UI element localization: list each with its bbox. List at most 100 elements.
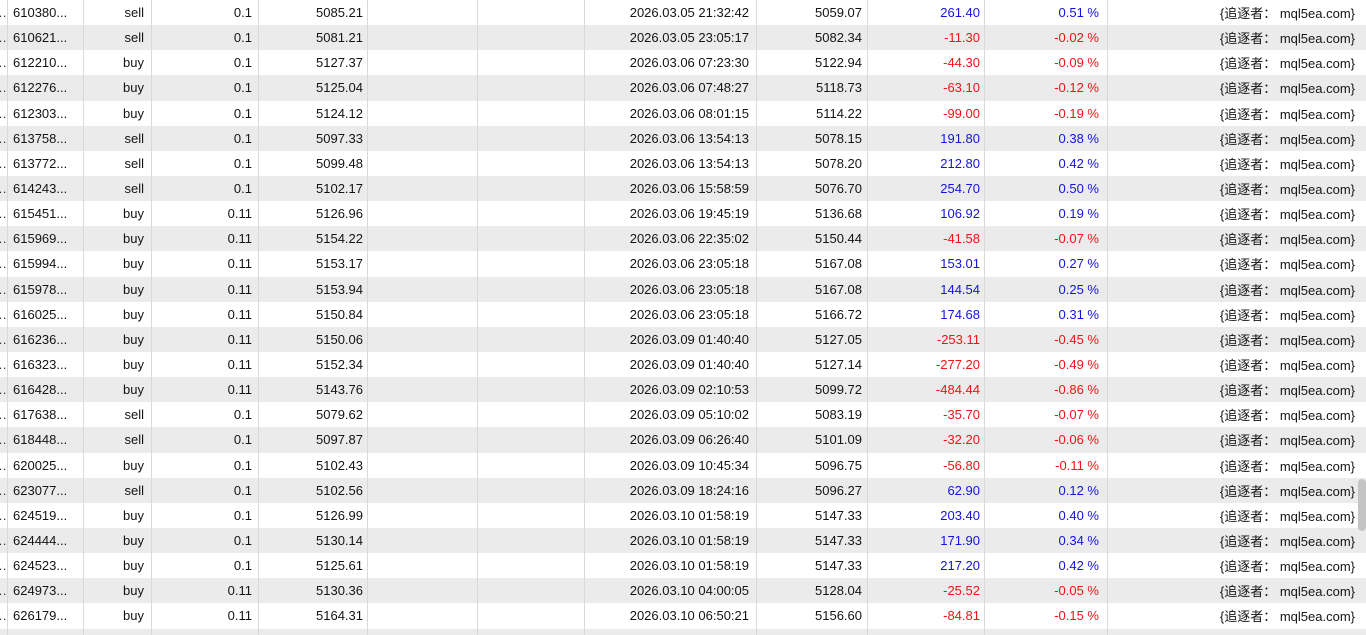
table-row[interactable]: … 612276... buy 0.1 5125.04 2026.03.06 0… — [0, 75, 1366, 100]
cell-type: buy — [84, 277, 152, 302]
table-row[interactable]: … 617638... sell 0.1 5079.62 2026.03.09 … — [0, 402, 1366, 427]
cell-ticket: 620025... — [8, 453, 84, 478]
table-row[interactable]: … 614243... sell 0.1 5102.17 2026.03.06 … — [0, 176, 1366, 201]
cell-type: sell — [84, 126, 152, 151]
cell-volume: 0.1 — [152, 0, 259, 25]
cell-volume: 0.1 — [152, 126, 259, 151]
cell-empty-2 — [478, 201, 585, 226]
clipped-leading-column: … — [0, 226, 8, 251]
cell-close-price: 5099.72 — [757, 377, 868, 402]
cell-empty-1 — [368, 151, 478, 176]
cell-volume: 0.11 — [152, 327, 259, 352]
cell-close-time: 2026.03.06 07:23:30 — [585, 50, 757, 75]
cell-open-price: 5099.48 — [259, 151, 368, 176]
cell-volume: 0.1 — [152, 478, 259, 503]
cell-profit: 261.40 — [868, 0, 985, 25]
cell-comment: {追逐者： mql5ea.com} — [1108, 377, 1366, 402]
cell-change-percent: -0.06 % — [985, 427, 1108, 452]
trade-history-table: … 610380... sell 0.1 5085.21 2026.03.05 … — [0, 0, 1366, 635]
table-row[interactable]: … 624973... buy 0.11 5130.36 2026.03.10 … — [0, 578, 1366, 603]
cell-volume: 0.1 — [152, 402, 259, 427]
cell-volume: 0.11 — [152, 277, 259, 302]
cell-type: buy — [84, 453, 152, 478]
cell-close-price: 5147.33 — [757, 553, 868, 578]
table-row[interactable]: … 615994... buy 0.11 5153.17 2026.03.06 … — [0, 251, 1366, 276]
table-row[interactable]: … 623077... sell 0.1 5102.56 2026.03.09 … — [0, 478, 1366, 503]
cell-close-time: 2026.03.06 23:05:18 — [585, 251, 757, 276]
table-row[interactable]: … 613772... sell 0.1 5099.48 2026.03.06 … — [0, 151, 1366, 176]
table-row[interactable]: … 615978... buy 0.11 5153.94 2026.03.06 … — [0, 277, 1366, 302]
cell-empty-2 — [478, 603, 585, 628]
table-row[interactable]: … 624523... buy 0.1 5125.61 2026.03.10 0… — [0, 553, 1366, 578]
table-row[interactable]: … 615451... buy 0.11 5126.96 2026.03.06 … — [0, 201, 1366, 226]
cell-type: buy — [84, 603, 152, 628]
cell-comment — [1108, 629, 1366, 635]
cell-type: buy — [84, 503, 152, 528]
cell-comment: {追逐者： mql5ea.com} — [1108, 503, 1366, 528]
clipped-leading-column: … — [0, 503, 8, 528]
cell-volume: 0.1 — [152, 453, 259, 478]
table-row[interactable] — [0, 629, 1366, 635]
cell-close-time: 2026.03.06 07:48:27 — [585, 75, 757, 100]
cell-volume: 0.11 — [152, 603, 259, 628]
cell-volume: 0.1 — [152, 75, 259, 100]
cell-change-percent: 0.50 % — [985, 176, 1108, 201]
cell-ticket: 615978... — [8, 277, 84, 302]
table-row[interactable]: … 610380... sell 0.1 5085.21 2026.03.05 … — [0, 0, 1366, 25]
cell-volume: 0.11 — [152, 201, 259, 226]
table-row[interactable]: … 610621... sell 0.1 5081.21 2026.03.05 … — [0, 25, 1366, 50]
cell-empty-1 — [368, 277, 478, 302]
vertical-scrollbar-thumb[interactable] — [1358, 479, 1366, 531]
cell-profit: -277.20 — [868, 352, 985, 377]
cell-comment: {追逐者： mql5ea.com} — [1108, 201, 1366, 226]
cell-ticket: 623077... — [8, 478, 84, 503]
cell-empty-1 — [368, 251, 478, 276]
cell-comment: {追逐者： mql5ea.com} — [1108, 25, 1366, 50]
cell-close-time: 2026.03.09 01:40:40 — [585, 327, 757, 352]
cell-open-price: 5127.37 — [259, 50, 368, 75]
cell-empty-2 — [478, 503, 585, 528]
table-row[interactable]: … 616428... buy 0.11 5143.76 2026.03.09 … — [0, 377, 1366, 402]
cell-change-percent: 0.38 % — [985, 126, 1108, 151]
cell-ticket — [8, 629, 84, 635]
cell-change-percent: -0.12 % — [985, 75, 1108, 100]
cell-close-price: 5118.73 — [757, 75, 868, 100]
cell-close-price: 5128.04 — [757, 578, 868, 603]
table-row[interactable]: … 620025... buy 0.1 5102.43 2026.03.09 1… — [0, 453, 1366, 478]
cell-close-time: 2026.03.06 19:45:19 — [585, 201, 757, 226]
table-row[interactable]: … 612210... buy 0.1 5127.37 2026.03.06 0… — [0, 50, 1366, 75]
table-row[interactable]: … 616236... buy 0.11 5150.06 2026.03.09 … — [0, 327, 1366, 352]
clipped-leading-column: … — [0, 75, 8, 100]
cell-close-price: 5096.27 — [757, 478, 868, 503]
cell-change-percent: 0.25 % — [985, 277, 1108, 302]
cell-profit: 106.92 — [868, 201, 985, 226]
table-row[interactable]: … 613758... sell 0.1 5097.33 2026.03.06 … — [0, 126, 1366, 151]
table-row[interactable]: … 624444... buy 0.1 5130.14 2026.03.10 0… — [0, 528, 1366, 553]
cell-comment: {追逐者： mql5ea.com} — [1108, 327, 1366, 352]
cell-profit: -99.00 — [868, 101, 985, 126]
table-row[interactable]: … 616025... buy 0.11 5150.84 2026.03.06 … — [0, 302, 1366, 327]
cell-comment: {追逐者： mql5ea.com} — [1108, 101, 1366, 126]
cell-ticket: 613772... — [8, 151, 84, 176]
table-row[interactable]: … 612303... buy 0.1 5124.12 2026.03.06 0… — [0, 101, 1366, 126]
cell-profit: 191.80 — [868, 126, 985, 151]
cell-close-price: 5082.34 — [757, 25, 868, 50]
cell-empty-1 — [368, 302, 478, 327]
cell-volume: 0.1 — [152, 427, 259, 452]
cell-empty-1 — [368, 427, 478, 452]
cell-type: sell — [84, 25, 152, 50]
table-row[interactable]: … 615969... buy 0.11 5154.22 2026.03.06 … — [0, 226, 1366, 251]
cell-empty-1 — [368, 402, 478, 427]
table-row[interactable]: … 626179... buy 0.11 5164.31 2026.03.10 … — [0, 603, 1366, 628]
table-row[interactable]: … 616323... buy 0.11 5152.34 2026.03.09 … — [0, 352, 1366, 377]
cell-empty-1 — [368, 226, 478, 251]
cell-open-price: 5164.31 — [259, 603, 368, 628]
clipped-leading-column: … — [0, 176, 8, 201]
cell-empty-2 — [478, 478, 585, 503]
cell-close-time: 2026.03.06 22:35:02 — [585, 226, 757, 251]
table-row[interactable]: … 618448... sell 0.1 5097.87 2026.03.09 … — [0, 427, 1366, 452]
cell-type: buy — [84, 50, 152, 75]
table-row[interactable]: … 624519... buy 0.1 5126.99 2026.03.10 0… — [0, 503, 1366, 528]
cell-change-percent: -0.05 % — [985, 578, 1108, 603]
cell-change-percent: 0.27 % — [985, 251, 1108, 276]
